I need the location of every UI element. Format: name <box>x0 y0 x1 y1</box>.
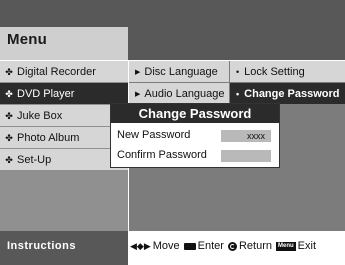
arrows-icon: ◀◆▶ <box>130 240 151 251</box>
gear-icon: ✤ <box>5 110 13 121</box>
instructions-hints: ◀◆▶ Move Enter Return Menu Exit <box>130 240 320 252</box>
submenu2-item-lock-setting[interactable]: • Lock Setting <box>230 61 345 82</box>
change-password-dialog: Change Password New Password xxxx Confir… <box>110 103 280 168</box>
menu-item-label: DVD Player <box>17 87 75 100</box>
submenu2-item-label: Lock Setting <box>244 65 305 78</box>
header-label: Menu <box>0 27 128 60</box>
menu-item-label: Digital Recorder <box>17 65 96 78</box>
submenu-item-disc-language[interactable]: ▶ Disc Language <box>129 61 229 82</box>
footer-label: Instructions <box>0 231 128 265</box>
gear-icon: ✤ <box>5 88 13 99</box>
exit-hint: Menu Exit <box>276 240 316 252</box>
return-hint-label: Return <box>238 240 272 252</box>
menu-item-label: Set-Up <box>17 153 52 166</box>
triangle-right-icon: ▶ <box>135 68 141 76</box>
menu-item-juke-box[interactable]: ✤ Juke Box <box>0 105 128 126</box>
menu-item-digital-recorder[interactable]: ✤ Digital Recorder <box>0 61 128 82</box>
menu-badge-icon: Menu <box>276 241 296 251</box>
dialog-title: Change Password <box>111 104 279 123</box>
move-hint-label: Move <box>152 240 180 252</box>
dot-icon: • <box>236 88 240 99</box>
confirm-password-field[interactable] <box>221 150 271 162</box>
confirm-password-label: Confirm Password <box>117 149 207 161</box>
submenu-item-label: Disc Language <box>144 65 218 78</box>
menu-item-label: Juke Box <box>17 109 63 122</box>
move-hint: ◀◆▶ Move <box>130 240 180 252</box>
dot-icon: • <box>236 66 240 77</box>
gear-icon: ✤ <box>5 154 13 165</box>
dvd-menu-screen: Menu ✤ Digital Recorder ✤ DVD Player ✤ J… <box>0 0 345 265</box>
new-password-label: New Password <box>117 129 191 141</box>
menu-item-label: Photo Album <box>17 131 80 144</box>
exit-hint-label: Exit <box>297 240 317 252</box>
menu-item-set-up[interactable]: ✤ Set-Up <box>0 149 128 170</box>
return-hint: Return <box>227 240 272 252</box>
instructions-title: Instructions <box>7 240 76 252</box>
submenu2-item-change-password[interactable]: • Change Password <box>230 83 345 104</box>
new-password-field[interactable]: xxxx <box>221 130 271 142</box>
enter-hint: Enter <box>183 240 224 252</box>
menu-item-dvd-player[interactable]: ✤ DVD Player <box>0 83 128 104</box>
gear-icon: ✤ <box>5 132 13 143</box>
gear-icon: ✤ <box>5 66 13 77</box>
submenu-item-audio-language[interactable]: ▶ Audio Language <box>129 83 229 104</box>
enter-hint-label: Enter <box>197 240 224 252</box>
enter-icon <box>183 242 196 250</box>
submenu-item-label: Audio Language <box>144 87 225 100</box>
footer-bar: Instructions ◀◆▶ Move Enter Return Menu … <box>0 231 345 265</box>
submenu2-item-label: Change Password <box>244 87 340 100</box>
return-icon <box>227 241 237 251</box>
triangle-right-icon: ▶ <box>135 90 141 98</box>
menu-title: Menu <box>7 31 47 48</box>
menu-item-photo-album[interactable]: ✤ Photo Album <box>0 127 128 148</box>
